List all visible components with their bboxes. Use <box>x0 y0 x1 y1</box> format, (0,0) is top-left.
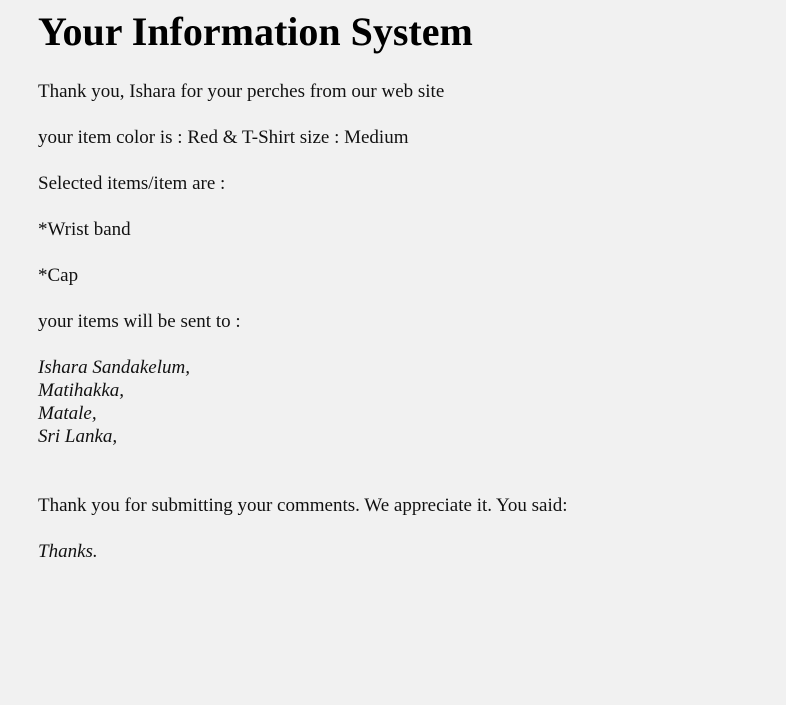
address-line: Matale, <box>38 403 97 424</box>
greeting-prefix: Thank you, <box>38 81 130 102</box>
confirmation-page: Your Information System Thank you, Ishar… <box>38 0 776 563</box>
selected-item: *Cap <box>38 265 79 286</box>
address-line: Ishara Sandakelum, <box>38 357 190 378</box>
selected-item: *Wrist band <box>38 219 131 240</box>
item-color: Red <box>187 127 218 148</box>
user-comment: Thanks. <box>38 541 98 562</box>
address-line: Sri Lanka, <box>38 426 118 447</box>
details-joiner: & <box>217 127 242 148</box>
shipping-address: Ishara Sandakelum, Matihakka, Matale, Sr… <box>38 356 776 448</box>
greeting-suffix: for your perches from our web site <box>175 81 445 102</box>
customer-name: Ishara <box>129 81 176 102</box>
tshirt-size: Medium <box>344 127 409 148</box>
address-line: Matihakka, <box>38 380 125 401</box>
size-label: T-Shirt size : <box>241 127 345 148</box>
greeting-text: Thank you, Ishara for your perches from … <box>38 80 776 103</box>
selected-items-heading: Selected items/item are : <box>38 173 226 194</box>
item-details-text: your item color is : Red & T-Shirt size … <box>38 126 776 149</box>
shipping-heading: your items will be sent to : <box>38 311 241 332</box>
comments-intro: Thank you for submitting your comments. … <box>38 495 568 516</box>
page-title: Your Information System <box>38 9 473 54</box>
color-label: your item color is : <box>38 127 188 148</box>
